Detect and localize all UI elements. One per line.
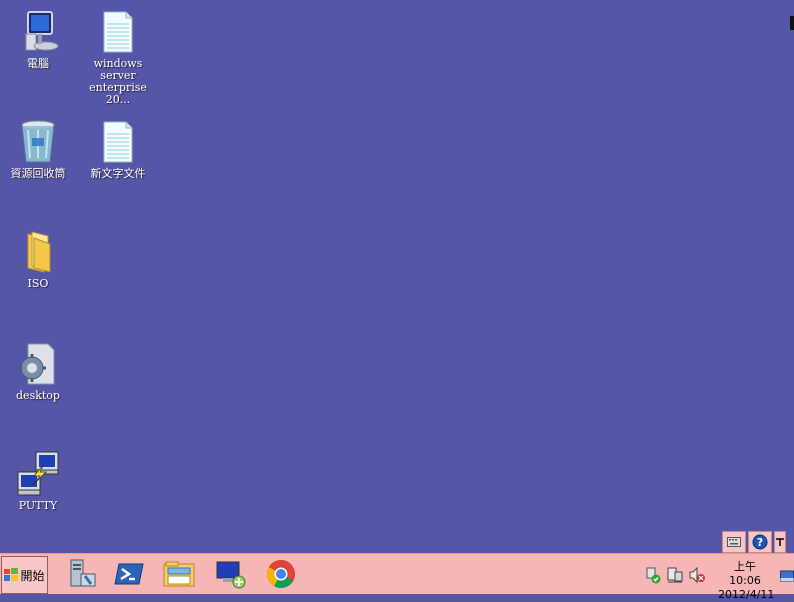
explorer-icon xyxy=(163,561,195,587)
desktop-icon-desktop-ini[interactable]: desktop xyxy=(0,336,76,402)
desktop-icon-recycle-bin[interactable]: 資源回收筒 xyxy=(0,114,76,180)
desktop-icon-windows-server-doc[interactable]: windows server enterprise 20... xyxy=(80,4,156,106)
action-center-icon[interactable] xyxy=(644,566,662,584)
settings-file-icon xyxy=(14,340,62,388)
powershell-icon xyxy=(114,563,144,585)
desktop-icon-iso-folder[interactable]: ISO xyxy=(0,224,76,290)
keyboard-icon[interactable] xyxy=(722,531,746,553)
language-bar: ? xyxy=(722,531,794,553)
system-tray: 上午 10:06 2012/4/11 xyxy=(634,554,794,601)
clock[interactable]: 上午 10:06 2012/4/11 xyxy=(718,560,775,602)
server-manager-icon xyxy=(70,559,96,587)
start-label: 開始 xyxy=(20,568,45,583)
svg-text:?: ? xyxy=(757,536,763,549)
clock-time: 上午 10:06 xyxy=(729,560,761,587)
folder-icon xyxy=(14,228,62,276)
taskbar-server-manager[interactable] xyxy=(64,558,98,590)
text-document-icon xyxy=(94,118,142,166)
windows-flag-icon xyxy=(4,568,19,581)
taskbar-chrome[interactable] xyxy=(264,558,298,590)
desktop-icon-label: desktop xyxy=(16,389,60,402)
clock-date: 2012/4/11 xyxy=(718,588,775,601)
desktop: 電腦 windows server enterprise 20... 資源回收筒… xyxy=(0,0,794,553)
volume-muted-icon[interactable] xyxy=(688,566,706,584)
taskbar-remote-desktop[interactable] xyxy=(214,558,248,590)
desktop-icon-computer[interactable]: 電腦 xyxy=(0,4,76,70)
desktop-icon-label: PUTTY xyxy=(18,499,58,512)
desktop-icon-label: windows server enterprise 20... xyxy=(89,57,147,106)
taskbar-powershell[interactable] xyxy=(112,558,146,590)
show-desktop-icon[interactable] xyxy=(780,568,794,582)
network-icon[interactable] xyxy=(666,566,684,584)
start-button[interactable]: 開始 xyxy=(1,556,48,594)
computer-icon xyxy=(14,8,62,56)
recycle-bin-icon xyxy=(14,118,62,166)
desktop-icon-label: 電腦 xyxy=(27,57,49,70)
desktop-icon-putty[interactable]: PUTTY xyxy=(0,446,76,512)
remote-desktop-icon xyxy=(216,561,246,589)
putty-icon xyxy=(14,450,62,498)
desktop-icon-label: 資源回收筒 xyxy=(10,167,66,180)
help-icon[interactable]: ? xyxy=(748,531,772,553)
taskbar-explorer[interactable] xyxy=(162,558,196,590)
minimize-icon[interactable] xyxy=(774,531,786,553)
chrome-icon xyxy=(267,560,295,588)
text-document-icon xyxy=(94,8,142,56)
taskbar: 開始 上午 10:06 2012/4/11 xyxy=(0,553,794,601)
desktop-icon-label: 新文字文件 xyxy=(90,167,146,180)
window-edge xyxy=(790,16,794,30)
desktop-icon-label: ISO xyxy=(27,277,49,290)
desktop-icon-new-text-doc[interactable]: 新文字文件 xyxy=(80,114,156,180)
